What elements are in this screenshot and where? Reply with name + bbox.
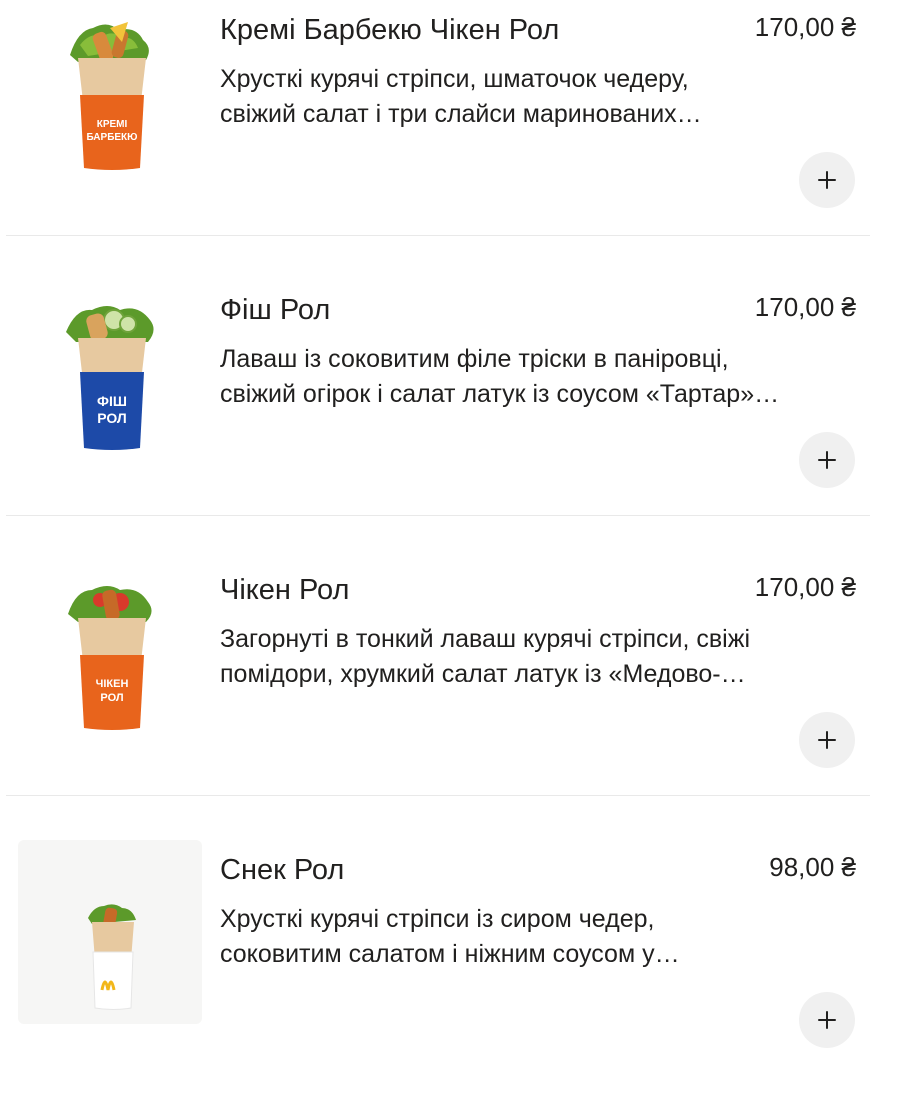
product-image[interactable]: ЧІКЕН РОЛ <box>18 560 202 760</box>
item-description: Лаваш із соковитим філе тріски в паніров… <box>220 342 870 412</box>
item-description-line: свіжий огірок і салат латук із соусом «Т… <box>220 380 780 408</box>
add-to-cart-button[interactable] <box>799 432 855 488</box>
item-description: Загорнуті в тонкий лаваш курячі стріпси,… <box>220 622 870 692</box>
svg-text:ЧІКЕН: ЧІКЕН <box>96 678 129 690</box>
product-image[interactable]: ФІШ РОЛ <box>18 280 202 480</box>
item-description-line: соковитим салатом і ніжним соусом у… <box>220 940 680 968</box>
plus-icon <box>818 731 836 749</box>
product-image[interactable]: КРЕМІ БАРБЕКЮ <box>18 0 202 200</box>
item-price: 170,00 ₴ <box>754 12 856 42</box>
add-to-cart-button[interactable] <box>799 712 855 768</box>
add-to-cart-button[interactable] <box>799 992 855 1048</box>
wrap-sleeve <box>92 951 134 1010</box>
menu-item[interactable]: ФІШ РОЛ Фіш Рол 170,00 ₴ Лаваш із сокови… <box>0 280 898 560</box>
item-title[interactable]: Чікен Рол <box>220 572 349 608</box>
item-description-line: Лаваш із соковитим філе тріски в паніров… <box>220 345 729 373</box>
menu-item[interactable]: ЧІКЕН РОЛ Чікен Рол 170,00 ₴ Загорнуті в… <box>0 560 898 840</box>
item-divider <box>6 235 870 236</box>
item-description-line: свіжий салат і три слайси маринованих… <box>220 100 702 128</box>
add-to-cart-button[interactable] <box>799 152 855 208</box>
item-description-line: Хрусткі курячі стріпси із сиром чедер, <box>220 905 655 933</box>
svg-text:ФІШ: ФІШ <box>97 393 127 409</box>
item-divider <box>6 515 870 516</box>
svg-text:РОЛ: РОЛ <box>97 410 127 426</box>
item-description-line: Хрусткі курячі стріпси, шматочок чедеру, <box>220 65 689 93</box>
plus-icon <box>818 171 836 189</box>
item-description-line: Загорнуті в тонкий лаваш курячі стріпси,… <box>220 625 750 653</box>
menu-item[interactable]: Снек Рол 98,00 ₴ Хрусткі курячі стріпси … <box>0 840 898 1120</box>
menu-item[interactable]: КРЕМІ БАРБЕКЮ Кремі Барбекю Чікен Рол 17… <box>0 0 898 280</box>
item-description: Хрусткі курячі стріпси із сиром чедер, с… <box>220 902 870 972</box>
item-title[interactable]: Фіш Рол <box>220 292 330 328</box>
item-price: 170,00 ₴ <box>754 572 856 602</box>
svg-text:БАРБЕКЮ: БАРБЕКЮ <box>87 132 138 143</box>
svg-text:КРЕМІ: КРЕМІ <box>97 119 128 130</box>
product-image[interactable] <box>18 840 202 1040</box>
item-description: Хрусткі курячі стріпси, шматочок чедеру,… <box>220 62 870 132</box>
item-divider <box>6 795 870 796</box>
svg-text:РОЛ: РОЛ <box>100 692 123 704</box>
item-title[interactable]: Снек Рол <box>220 852 344 888</box>
item-description-line: помідори, хрумкий салат латук із «Медово… <box>220 660 746 688</box>
item-price: 98,00 ₴ <box>769 852 856 882</box>
plus-icon <box>818 451 836 469</box>
plus-icon <box>818 1011 836 1029</box>
item-title[interactable]: Кремі Барбекю Чікен Рол <box>220 12 559 48</box>
item-price: 170,00 ₴ <box>754 292 856 322</box>
